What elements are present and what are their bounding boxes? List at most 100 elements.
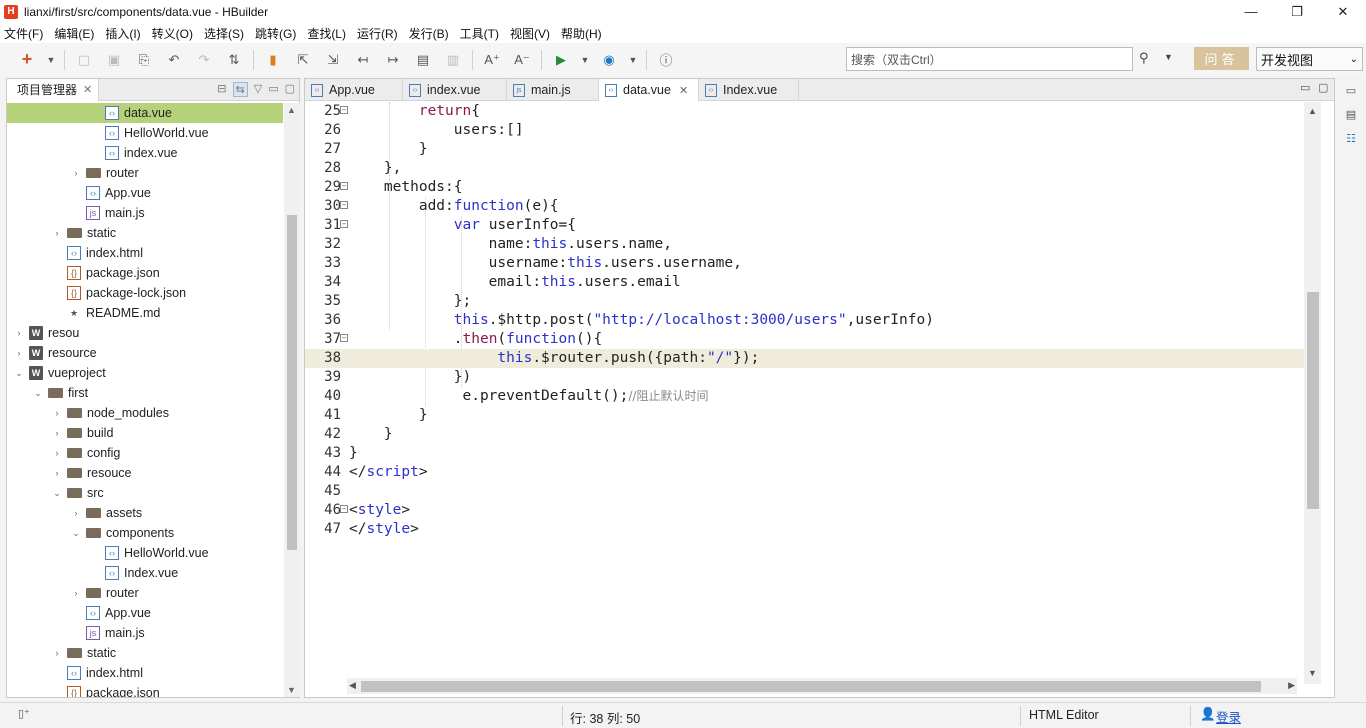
editor-vertical-scrollbar[interactable]: ▲ ▼ bbox=[1304, 102, 1321, 684]
code-line[interactable]: 39 }) bbox=[305, 368, 1305, 387]
code-line[interactable]: 41 } bbox=[305, 406, 1305, 425]
history-icon[interactable]: ▤ bbox=[412, 49, 434, 71]
menu-item[interactable]: 转义(O) bbox=[152, 25, 193, 42]
tree-item[interactable]: {} package.json bbox=[7, 263, 283, 283]
link-editor-icon[interactable]: ⇆ bbox=[232, 82, 248, 97]
tab-project-manager[interactable]: 项目管理器 ✕ bbox=[7, 78, 100, 101]
tree-item[interactable]: ‹› Index.vue bbox=[7, 563, 283, 583]
save-all-icon[interactable]: ▣ bbox=[103, 49, 125, 71]
menu-item[interactable]: 发行(B) bbox=[409, 25, 449, 42]
fold-toggle-icon[interactable]: − bbox=[340, 201, 348, 209]
chevron-right-icon[interactable]: › bbox=[70, 168, 82, 178]
code-line[interactable]: 30− add:function(e){ bbox=[305, 197, 1305, 216]
code-line[interactable]: 40 e.preventDefault();//阻止默认时间 bbox=[305, 387, 1305, 406]
tree-item[interactable]: {} package-lock.json bbox=[7, 283, 283, 303]
tree-item[interactable]: ‹› App.vue bbox=[7, 603, 283, 623]
tree-item[interactable]: js main.js bbox=[7, 623, 283, 643]
editor-tab[interactable]: js main.js bbox=[507, 79, 599, 101]
minimize-button[interactable]: — bbox=[1228, 0, 1274, 23]
view-select[interactable]: 开发视图 ⌄ bbox=[1256, 47, 1363, 71]
menu-item[interactable]: 运行(R) bbox=[357, 25, 398, 42]
chevron-right-icon[interactable]: › bbox=[51, 408, 63, 418]
tree-item[interactable]: ‹› App.vue bbox=[7, 183, 283, 203]
maximize-editor-icon[interactable]: ▢ bbox=[1318, 81, 1328, 94]
go-down-icon[interactable]: ⇲ bbox=[322, 49, 344, 71]
tree-item[interactable]: › node_modules bbox=[7, 403, 283, 423]
tree-item[interactable]: ⌄ Wvueproject bbox=[7, 363, 283, 383]
minimize-editor-icon[interactable]: ▭ bbox=[1300, 81, 1310, 94]
maximize-panel-icon[interactable]: ▢ bbox=[285, 82, 295, 97]
code-line[interactable]: 44 </script> bbox=[305, 463, 1305, 482]
chevron-right-icon[interactable]: › bbox=[70, 588, 82, 598]
restore-icon[interactable]: ▭ bbox=[1341, 84, 1361, 102]
chevron-right-icon[interactable]: › bbox=[51, 448, 63, 458]
code-line[interactable]: 26 users:[] bbox=[305, 121, 1305, 140]
view-menu-icon[interactable]: ▽ bbox=[254, 82, 262, 97]
code-line[interactable]: 43} bbox=[305, 444, 1305, 463]
menu-item[interactable]: 编辑(E) bbox=[54, 25, 94, 42]
tree-item[interactable]: ‹› index.html bbox=[7, 663, 283, 683]
structure-icon[interactable]: ☷ bbox=[1341, 132, 1361, 150]
close-tab-icon[interactable]: ✕ bbox=[679, 84, 688, 97]
tree-item[interactable]: › static bbox=[7, 223, 283, 243]
save-icon[interactable]: ▢ bbox=[73, 49, 95, 71]
tree-item[interactable]: ⌄ src bbox=[7, 483, 283, 503]
go-up-icon[interactable]: ⇱ bbox=[292, 49, 314, 71]
code-line[interactable]: 35 }; bbox=[305, 292, 1305, 311]
redo-icon[interactable]: ↷ bbox=[193, 49, 215, 71]
search-input[interactable]: 搜索（双击Ctrl） bbox=[846, 47, 1133, 71]
menu-item[interactable]: 帮助(H) bbox=[561, 25, 602, 42]
fold-toggle-icon[interactable]: − bbox=[340, 182, 348, 190]
tree-item[interactable]: › router bbox=[7, 583, 283, 603]
fold-toggle-icon[interactable]: − bbox=[340, 334, 348, 342]
code-line[interactable]: 42 } bbox=[305, 425, 1305, 444]
info-icon[interactable]: ⓘ bbox=[655, 49, 677, 71]
editor-horizontal-scrollbar[interactable]: ◀ ▶ bbox=[347, 678, 1297, 694]
tree-item[interactable]: ‹› index.html bbox=[7, 243, 283, 263]
code-line[interactable]: 33 username:this.users.username, bbox=[305, 254, 1305, 273]
code-line[interactable]: 37− .then(function(){ bbox=[305, 330, 1305, 349]
project-tree-scrollbar[interactable]: ▲ ▼ bbox=[284, 103, 300, 697]
code-line[interactable]: 29− methods:{ bbox=[305, 178, 1305, 197]
ask-button[interactable]: 问答 bbox=[1194, 47, 1249, 70]
tree-item[interactable]: ‹› index.vue bbox=[7, 143, 283, 163]
code-line[interactable]: 31− var userInfo={ bbox=[305, 216, 1305, 235]
jump-forward-icon[interactable]: ↦ bbox=[382, 49, 404, 71]
code-editor[interactable]: 25− return{26 users:[] 27 } 28 }, 29− metho… bbox=[305, 102, 1305, 682]
menu-item[interactable]: 插入(I) bbox=[105, 25, 140, 42]
tree-item[interactable]: › assets bbox=[7, 503, 283, 523]
editor-tab[interactable]: ‹› App.vue bbox=[305, 79, 403, 101]
chevron-down-icon[interactable]: ⌄ bbox=[13, 368, 25, 379]
font-decrease-icon[interactable]: A⁻ bbox=[511, 49, 533, 71]
status-menu-icon[interactable]: ▯⁺ bbox=[18, 707, 30, 720]
tree-item[interactable]: ★ README.md bbox=[7, 303, 283, 323]
tree-item[interactable]: ‹› HelloWorld.vue bbox=[7, 123, 283, 143]
tree-item[interactable]: › router bbox=[7, 163, 283, 183]
chevron-down-icon[interactable]: ⌄ bbox=[70, 528, 82, 539]
search-icon[interactable]: ⚲ bbox=[1139, 50, 1149, 66]
run-dropdown-icon[interactable]: ▼ bbox=[580, 49, 590, 71]
tree-item[interactable]: ⌄ components bbox=[7, 523, 283, 543]
code-line[interactable]: 38 this.$router.push({path:"/"}); bbox=[305, 349, 1305, 368]
chevron-right-icon[interactable]: › bbox=[13, 348, 25, 358]
browser-icon[interactable]: ◉ bbox=[598, 49, 620, 71]
code-line[interactable]: 32 name:this.users.name, bbox=[305, 235, 1305, 254]
code-line[interactable]: 47 </style> bbox=[305, 520, 1305, 539]
code-line[interactable]: 28 }, bbox=[305, 159, 1305, 178]
jump-back-icon[interactable]: ↤ bbox=[352, 49, 374, 71]
fold-toggle-icon[interactable]: − bbox=[340, 220, 348, 228]
code-line[interactable]: 45 bbox=[305, 482, 1305, 501]
collapse-all-icon[interactable]: ⊟ bbox=[217, 82, 226, 97]
tree-item[interactable]: {} package.json bbox=[7, 683, 283, 697]
maximize-button[interactable]: ❐ bbox=[1274, 0, 1320, 23]
run-icon[interactable]: ▶ bbox=[550, 49, 572, 71]
tree-item[interactable]: js main.js bbox=[7, 203, 283, 223]
code-line[interactable]: 36 this.$http.post("http://localhost:300… bbox=[305, 311, 1305, 330]
minimize-panel-icon[interactable]: ▭ bbox=[268, 82, 278, 97]
new-file-icon[interactable]: + bbox=[16, 49, 38, 71]
chevron-right-icon[interactable]: › bbox=[51, 468, 63, 478]
new-dropdown-icon[interactable]: ▼ bbox=[46, 49, 56, 71]
code-line[interactable]: 34 email:this.users.email bbox=[305, 273, 1305, 292]
browser-dropdown-icon[interactable]: ▼ bbox=[628, 49, 638, 71]
code-line[interactable]: 46− <style> bbox=[305, 501, 1305, 520]
